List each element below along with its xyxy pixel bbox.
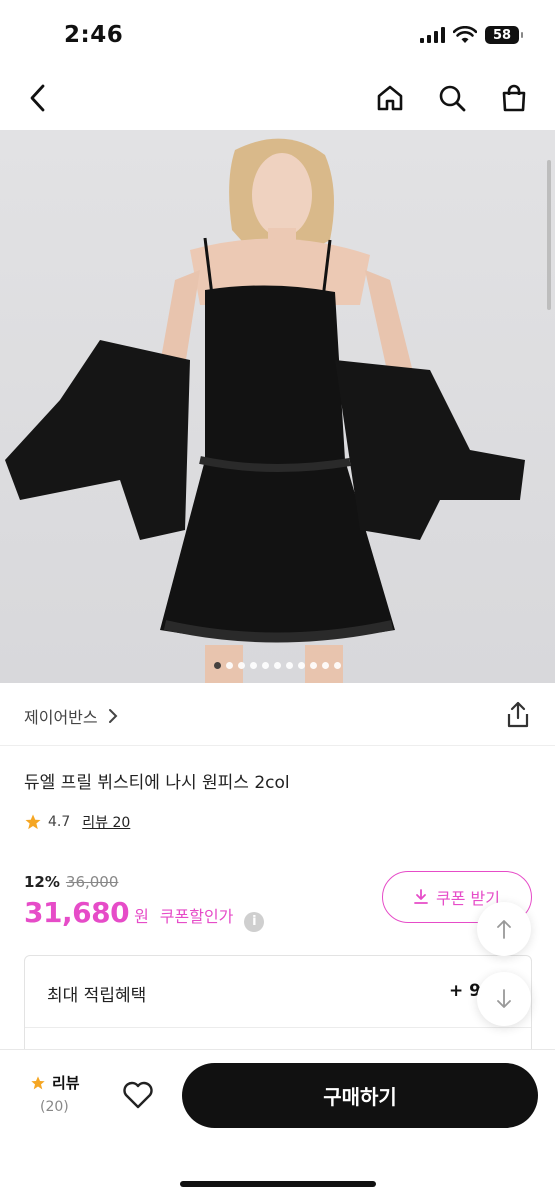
status-time: 2:46	[64, 22, 124, 48]
search-icon	[439, 85, 466, 112]
scrollbar[interactable]	[547, 160, 551, 310]
carousel-dot[interactable]	[286, 662, 293, 669]
bottom-review-button[interactable]: 리뷰 (20)	[30, 1072, 80, 1115]
bottom-review-label: 리뷰	[52, 1074, 80, 1092]
brand-name: 제이어반스	[24, 708, 98, 727]
carousel-dot[interactable]	[322, 662, 329, 669]
product-image-carousel[interactable]	[0, 130, 555, 683]
carousel-dot[interactable]	[334, 662, 341, 669]
home-icon	[377, 85, 403, 111]
wifi-icon	[453, 26, 477, 43]
buy-button[interactable]: 구매하기	[182, 1063, 538, 1128]
home-indicator	[180, 1181, 376, 1187]
arrow-down-icon	[497, 989, 511, 1008]
chevron-left-icon	[30, 84, 45, 112]
top-nav	[0, 66, 555, 130]
carousel-dot[interactable]	[250, 662, 257, 669]
chevron-right-icon	[108, 709, 118, 723]
carousel-dot[interactable]	[310, 662, 317, 669]
rating-row: 4.7 리뷰 20	[24, 812, 130, 832]
shopping-bag-icon	[502, 84, 526, 112]
carousel-indicator	[0, 662, 555, 669]
share-button[interactable]	[505, 701, 531, 733]
star-icon	[25, 814, 41, 830]
heart-icon	[123, 1081, 153, 1109]
carousel-dot[interactable]	[298, 662, 305, 669]
brand-link[interactable]: 제이어반스	[24, 704, 118, 728]
brand-row: 제이어반스	[0, 684, 555, 746]
rating-value: 4.7	[48, 814, 71, 830]
status-bar: 2:46 58	[0, 0, 555, 66]
info-icon[interactable]: i	[244, 911, 265, 932]
arrow-up-icon	[497, 920, 511, 939]
product-title: 듀엘 프릴 뷔스티에 나시 원피스 2col	[24, 773, 290, 793]
cart-button[interactable]	[496, 80, 532, 116]
carousel-dot[interactable]	[226, 662, 233, 669]
scroll-up-button[interactable]	[477, 902, 531, 956]
carousel-dot[interactable]	[214, 662, 221, 669]
carousel-dot[interactable]	[238, 662, 245, 669]
sale-price: 31,680	[24, 896, 130, 929]
download-icon	[414, 889, 428, 904]
benefit-title: 최대 적립혜택	[47, 986, 147, 1006]
benefit-divider	[25, 1027, 531, 1028]
status-icons: 58	[420, 26, 523, 44]
home-button[interactable]	[372, 80, 408, 116]
price-unit: 원	[134, 907, 149, 926]
search-button[interactable]	[434, 80, 470, 116]
battery-icon: 58	[485, 26, 523, 44]
carousel-dot[interactable]	[262, 662, 269, 669]
share-icon	[507, 701, 529, 728]
discount-row: 12% 36,000	[24, 873, 118, 891]
bottom-review-count: (20)	[40, 1099, 69, 1115]
product-photo	[5, 138, 525, 683]
star-icon	[31, 1075, 45, 1089]
original-price: 36,000	[65, 873, 119, 891]
coupon-price-label: 쿠폰할인가	[159, 907, 234, 926]
scroll-down-button[interactable]	[477, 972, 531, 1026]
wishlist-button[interactable]	[122, 1080, 154, 1114]
battery-level: 58	[492, 27, 512, 43]
bottom-bar: 리뷰 (20) 구매하기	[0, 1049, 555, 1200]
discount-percent: 12%	[24, 873, 60, 891]
back-button[interactable]	[20, 80, 56, 116]
signal-icon	[420, 27, 445, 43]
price-row: 31,680 원 쿠폰할인가 i	[24, 896, 265, 932]
review-link[interactable]: 리뷰 20	[82, 812, 130, 832]
carousel-dot[interactable]	[274, 662, 281, 669]
